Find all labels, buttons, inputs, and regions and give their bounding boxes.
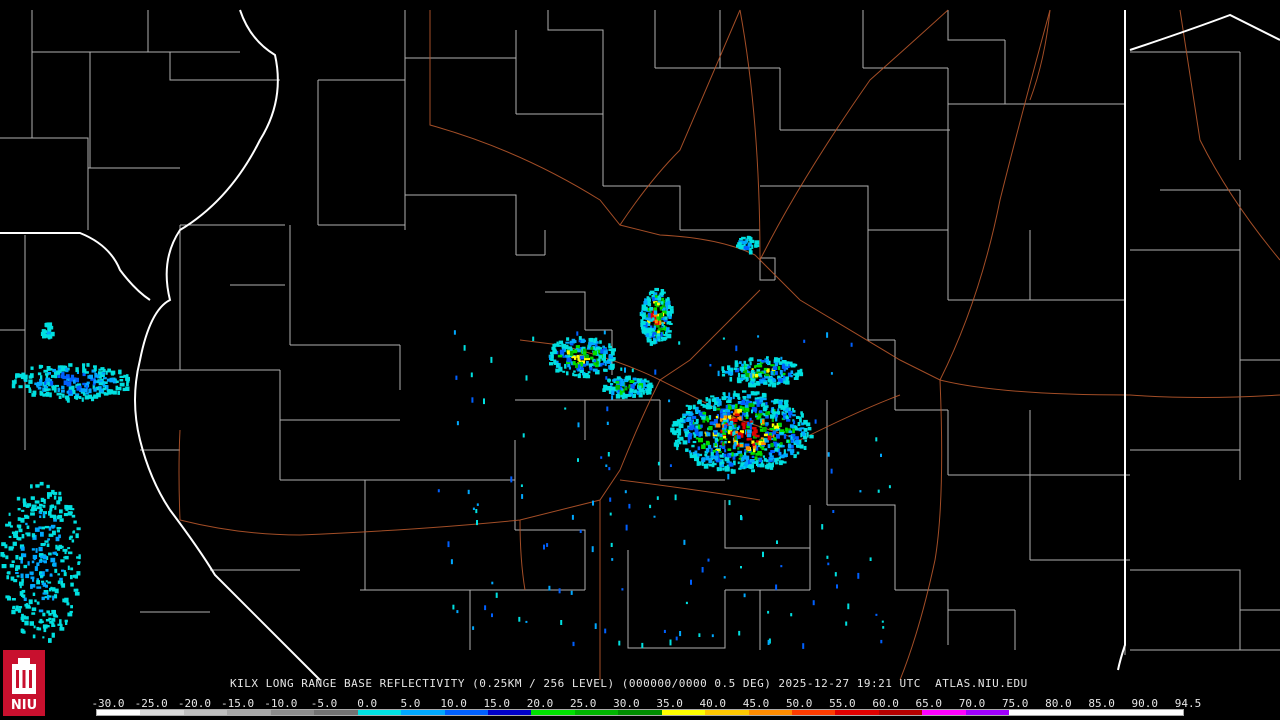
legend-swatch <box>140 710 184 715</box>
legend-swatch <box>97 710 141 715</box>
legend-swatch <box>1009 710 1053 715</box>
legend-swatch <box>618 710 662 715</box>
legend-swatch <box>183 710 228 715</box>
legend-swatch <box>1052 710 1097 715</box>
legend-swatch <box>965 710 1010 715</box>
legend-swatch <box>401 710 445 715</box>
legend-swatch <box>444 710 488 715</box>
legend-swatch <box>835 710 879 715</box>
legend-swatch <box>922 710 966 715</box>
legend-swatch <box>574 710 619 715</box>
legend-color-bar <box>96 709 1184 716</box>
legend-swatch <box>357 710 402 715</box>
niu-logo: NIU <box>3 650 45 716</box>
legend-swatch <box>227 710 271 715</box>
legend-swatch <box>1139 710 1183 715</box>
legend-swatch <box>705 710 749 715</box>
legend-swatch <box>661 710 706 715</box>
legend-swatch <box>792 710 836 715</box>
map-title: KILX LONG RANGE BASE REFLECTIVITY (0.25K… <box>230 677 1028 690</box>
legend-swatch <box>270 710 315 715</box>
legend-swatch <box>748 710 792 715</box>
logo-text: NIU <box>10 698 38 713</box>
legend-swatch <box>314 710 358 715</box>
legend-labels: -30.0 -25.0 -20.0 -15.0 -10.0 -5.0 0.0 5.0 10.0 1… <box>91 697 1201 710</box>
legend-swatch <box>1096 710 1140 715</box>
legend-swatch <box>878 710 923 715</box>
niu-tower-icon <box>12 658 36 694</box>
legend-swatch <box>487 710 532 715</box>
legend-swatch <box>531 710 575 715</box>
radar-map <box>0 0 1280 720</box>
